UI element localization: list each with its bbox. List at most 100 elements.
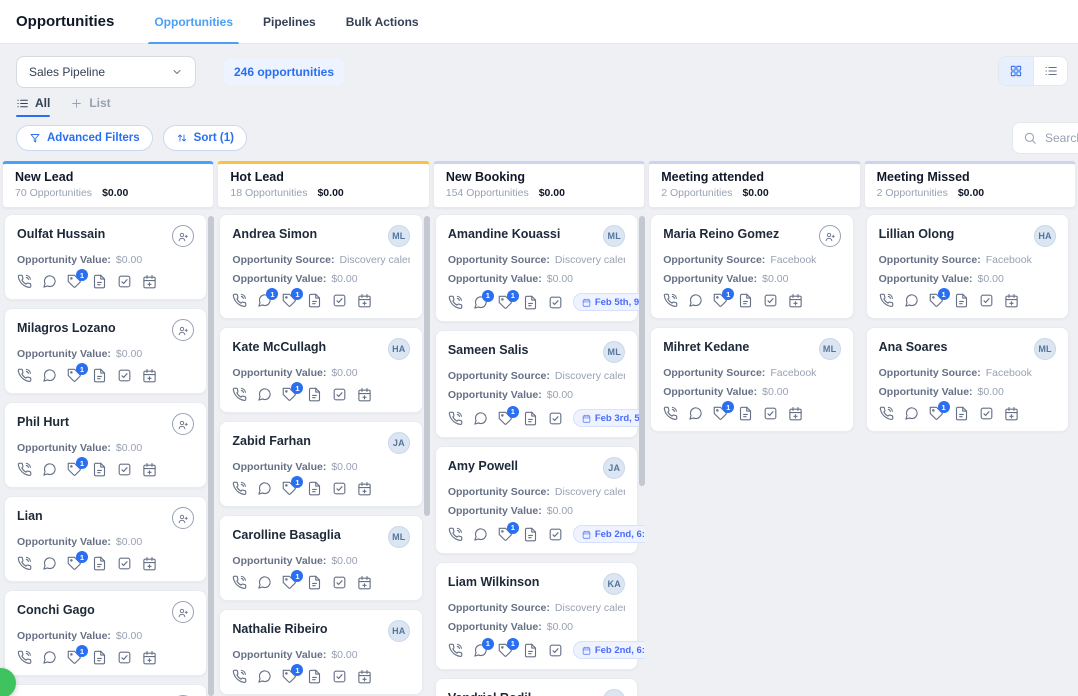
tab-opportunities[interactable]: Opportunities <box>154 0 233 44</box>
add-list-button[interactable]: List <box>70 96 110 117</box>
opportunity-count-link[interactable]: 246 opportunities <box>224 59 344 85</box>
note-action[interactable] <box>523 643 538 658</box>
note-action[interactable] <box>92 274 107 289</box>
opportunity-card[interactable]: Mihret KedaneMLOpportunity Source:Facebo… <box>650 327 853 432</box>
search-input[interactable] <box>1045 131 1078 145</box>
avatar[interactable]: HA <box>388 620 410 642</box>
opportunity-card[interactable]: Kate McCullaghHAOpportunity Value:$0.001 <box>219 327 422 413</box>
phone-action[interactable] <box>232 387 247 402</box>
chat-action[interactable] <box>42 462 57 477</box>
avatar[interactable]: ML <box>603 689 625 696</box>
phone-action[interactable] <box>663 406 678 421</box>
avatar[interactable]: ML <box>819 338 841 360</box>
appointment-badge[interactable]: Feb 5th, 9:30 am <box>573 293 645 311</box>
avatar[interactable]: JA <box>603 457 625 479</box>
calendar-action[interactable] <box>1004 406 1019 421</box>
task-action[interactable] <box>548 527 563 542</box>
pipeline-select[interactable]: Sales Pipeline <box>16 56 196 88</box>
opportunity-card[interactable]: Conchi GagoOpportunity Value:$0.001 <box>4 590 207 676</box>
opportunity-card[interactable]: Maria Reino GomezOpportunity Source:Face… <box>650 214 853 319</box>
tag-action[interactable]: 1 <box>67 274 82 289</box>
task-action[interactable] <box>332 575 347 590</box>
tag-action[interactable]: 1 <box>67 556 82 571</box>
opportunity-card[interactable]: Andrea SimonMLOpportunity Source:Discove… <box>219 214 422 319</box>
opportunity-card[interactable]: Nathalie RibeiroHAOpportunity Value:$0.0… <box>219 609 422 695</box>
avatar[interactable]: ML <box>1034 338 1056 360</box>
task-action[interactable] <box>979 406 994 421</box>
chat-action[interactable] <box>257 481 272 496</box>
task-action[interactable] <box>332 387 347 402</box>
task-action[interactable] <box>979 293 994 308</box>
calendar-action[interactable] <box>142 274 157 289</box>
tag-action[interactable]: 1 <box>929 293 944 308</box>
tag-action[interactable]: 1 <box>282 575 297 590</box>
task-action[interactable] <box>117 462 132 477</box>
avatar[interactable]: HA <box>1034 225 1056 247</box>
chat-action[interactable] <box>473 411 488 426</box>
chat-action[interactable] <box>257 669 272 684</box>
tag-action[interactable]: 1 <box>67 650 82 665</box>
phone-action[interactable] <box>232 293 247 308</box>
tag-action[interactable]: 1 <box>282 669 297 684</box>
add-contact-button[interactable] <box>172 413 194 435</box>
opportunity-card[interactable]: Liam WilkinsonKAOpportunity Source:Disco… <box>435 562 638 670</box>
phone-action[interactable] <box>663 293 678 308</box>
calendar-action[interactable] <box>357 293 372 308</box>
advanced-filters-button[interactable]: Advanced Filters <box>16 125 153 151</box>
task-action[interactable] <box>763 293 778 308</box>
add-contact-button[interactable] <box>172 601 194 623</box>
task-action[interactable] <box>117 556 132 571</box>
note-action[interactable] <box>307 575 322 590</box>
calendar-action[interactable] <box>142 368 157 383</box>
task-action[interactable] <box>548 643 563 658</box>
appointment-badge[interactable]: Feb 2nd, 6:30 pm <box>573 525 645 543</box>
note-action[interactable] <box>523 295 538 310</box>
tag-action[interactable]: 1 <box>67 462 82 477</box>
task-action[interactable] <box>332 293 347 308</box>
avatar[interactable]: KA <box>603 573 625 595</box>
add-contact-button[interactable] <box>819 225 841 247</box>
tag-action[interactable]: 1 <box>713 406 728 421</box>
phone-action[interactable] <box>17 650 32 665</box>
tag-action[interactable]: 1 <box>498 295 513 310</box>
chat-action[interactable]: 1 <box>473 295 488 310</box>
opportunity-card[interactable]: Oulfat HussainOpportunity Value:$0.001 <box>4 214 207 300</box>
add-contact-button[interactable] <box>172 319 194 341</box>
add-contact-button[interactable] <box>172 507 194 529</box>
avatar[interactable]: ML <box>603 341 625 363</box>
task-action[interactable] <box>763 406 778 421</box>
tag-action[interactable]: 1 <box>282 293 297 308</box>
phone-action[interactable] <box>17 368 32 383</box>
phone-action[interactable] <box>232 481 247 496</box>
appointment-badge[interactable]: Feb 2nd, 6:00 pm <box>573 641 645 659</box>
chat-action[interactable] <box>42 556 57 571</box>
opportunity-card[interactable]: LianOpportunity Value:$0.001 <box>4 496 207 582</box>
note-action[interactable] <box>523 527 538 542</box>
note-action[interactable] <box>92 462 107 477</box>
sort-button[interactable]: Sort (1) <box>163 125 247 151</box>
note-action[interactable] <box>307 293 322 308</box>
calendar-action[interactable] <box>357 575 372 590</box>
task-action[interactable] <box>548 295 563 310</box>
note-action[interactable] <box>307 387 322 402</box>
phone-action[interactable] <box>448 295 463 310</box>
tag-action[interactable]: 1 <box>498 527 513 542</box>
calendar-action[interactable] <box>142 650 157 665</box>
note-action[interactable] <box>523 411 538 426</box>
chat-action[interactable] <box>42 274 57 289</box>
calendar-action[interactable] <box>142 462 157 477</box>
calendar-action[interactable] <box>1004 293 1019 308</box>
calendar-action[interactable] <box>357 387 372 402</box>
list-view-button[interactable] <box>1033 57 1067 85</box>
opportunity-card[interactable]: Vandriel RodilMLOpportunity Source:Disco… <box>435 678 638 696</box>
chat-action[interactable]: 1 <box>473 643 488 658</box>
chat-action[interactable] <box>257 575 272 590</box>
chat-action[interactable] <box>688 406 703 421</box>
tag-action[interactable]: 1 <box>498 643 513 658</box>
calendar-action[interactable] <box>357 669 372 684</box>
phone-action[interactable] <box>232 575 247 590</box>
tab-pipelines[interactable]: Pipelines <box>263 0 316 44</box>
add-contact-button[interactable] <box>172 225 194 247</box>
chat-action[interactable] <box>42 650 57 665</box>
opportunity-card[interactable]: Ana SoaresMLOpportunity Source:FacebookO… <box>866 327 1069 432</box>
